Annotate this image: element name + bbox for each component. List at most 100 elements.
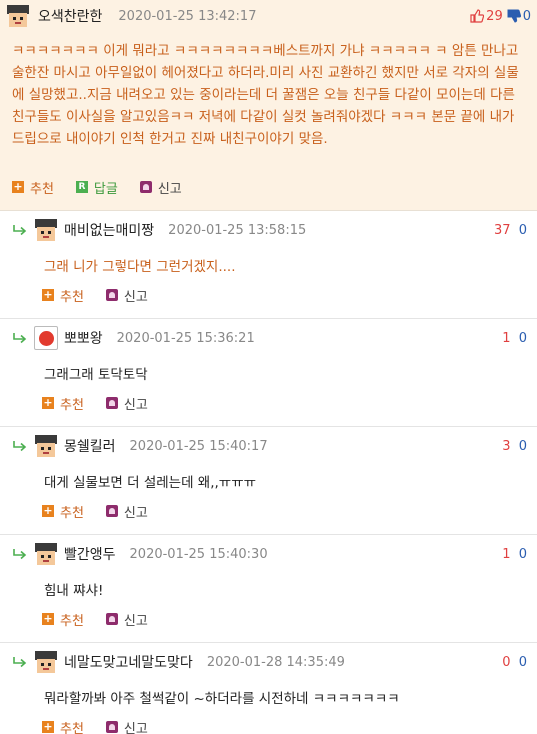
up-count: 1 bbox=[502, 330, 511, 346]
report-label: 신고 bbox=[157, 181, 182, 197]
reply-header: 네말도맞고네말도맞다 2020-01-28 14:35:49 0 0 bbox=[0, 646, 537, 678]
avatar[interactable] bbox=[34, 434, 58, 458]
plus-icon: + bbox=[42, 720, 54, 733]
up-count: 29 bbox=[486, 8, 503, 24]
comment-actions: + 추천 R 답글 신고 bbox=[0, 176, 537, 198]
reply-list: 매비없는매미짱 2020-01-25 13:58:15 37 0 그래 니가 그… bbox=[0, 214, 537, 734]
avatar[interactable] bbox=[34, 326, 58, 350]
recommend-button[interactable]: + 추천 bbox=[42, 610, 84, 629]
author-nickname[interactable]: 몽쉘킬러 bbox=[64, 436, 116, 456]
recommend-label: 추천 bbox=[60, 289, 84, 305]
comment-date: 2020-01-28 14:35:49 bbox=[206, 654, 345, 670]
siren-icon bbox=[105, 505, 118, 517]
recommend-label: 추천 bbox=[60, 613, 84, 629]
recommend-label: 추천 bbox=[60, 721, 84, 734]
comment-body: 그래그래 토닥토닥 bbox=[44, 367, 148, 383]
reply-header: 뽀뽀왕 2020-01-25 15:36:21 1 0 bbox=[0, 322, 537, 354]
report-label: 신고 bbox=[123, 721, 148, 734]
author-nickname[interactable]: 오색찬란한 bbox=[38, 6, 102, 26]
reply-arrow-icon bbox=[13, 225, 27, 236]
report-button[interactable]: 신고 bbox=[105, 394, 148, 413]
author-nickname[interactable]: 매비없는매미짱 bbox=[64, 220, 154, 240]
reply-header: 빨간앵두 2020-01-25 15:40:30 1 0 bbox=[0, 538, 537, 570]
comment-actions: + 추천 신고 bbox=[0, 284, 537, 306]
reply-arrow-icon bbox=[13, 549, 27, 560]
comment-actions: + 추천 신고 bbox=[0, 392, 537, 414]
vote-counts: 37 0 bbox=[494, 223, 527, 238]
siren-icon bbox=[105, 613, 118, 625]
siren-icon bbox=[139, 181, 152, 193]
reply-arrow-icon bbox=[13, 333, 27, 344]
comment-actions: + 추천 신고 bbox=[0, 716, 537, 734]
down-count: 0 bbox=[518, 438, 527, 454]
reply-arrow-icon bbox=[13, 441, 27, 452]
vote-counts: 3 0 bbox=[502, 439, 527, 454]
recommend-label: 추천 bbox=[30, 181, 54, 197]
comment-actions: + 추천 신고 bbox=[0, 608, 537, 630]
reply-label: 답글 bbox=[93, 181, 118, 197]
down-count: 0 bbox=[518, 330, 527, 346]
reply-header: 매비없는매미짱 2020-01-25 13:58:15 37 0 bbox=[0, 214, 537, 246]
thumb-up-icon[interactable] bbox=[470, 9, 485, 23]
report-button[interactable]: 신고 bbox=[105, 286, 148, 305]
plus-icon: + bbox=[42, 612, 54, 625]
reply-r-icon: R bbox=[75, 181, 88, 193]
reply-item: 몽쉘킬러 2020-01-25 15:40:17 3 0 대게 실물보면 더 설… bbox=[0, 430, 537, 535]
author-nickname[interactable]: 네말도맞고네말도맞다 bbox=[64, 652, 193, 672]
reply-item: 매비없는매미짱 2020-01-25 13:58:15 37 0 그래 니가 그… bbox=[0, 214, 537, 319]
reply-button[interactable]: R 답글 bbox=[75, 178, 118, 197]
siren-icon bbox=[105, 289, 118, 301]
recommend-button[interactable]: + 추천 bbox=[42, 718, 84, 734]
recommend-button[interactable]: + 추천 bbox=[12, 178, 54, 197]
comment-actions: + 추천 신고 bbox=[0, 500, 537, 522]
report-button[interactable]: 신고 bbox=[139, 178, 182, 197]
report-button[interactable]: 신고 bbox=[105, 718, 148, 734]
avatar[interactable] bbox=[34, 650, 58, 674]
down-count: 0 bbox=[518, 654, 527, 670]
avatar[interactable] bbox=[34, 218, 58, 242]
report-button[interactable]: 신고 bbox=[105, 502, 148, 521]
comment-body: 뭐라할까봐 아주 철썩같이 ~하더라를 시전하네 ㅋㅋㅋㅋㅋㅋㅋ bbox=[44, 691, 400, 707]
avatar[interactable] bbox=[6, 4, 30, 28]
reply-header: 몽쉘킬러 2020-01-25 15:40:17 3 0 bbox=[0, 430, 537, 462]
up-count: 0 bbox=[502, 654, 511, 670]
report-label: 신고 bbox=[123, 397, 148, 413]
recommend-button[interactable]: + 추천 bbox=[42, 502, 84, 521]
siren-icon bbox=[105, 397, 118, 409]
author-nickname[interactable]: 뽀뽀왕 bbox=[64, 328, 103, 348]
down-count: 0 bbox=[518, 546, 527, 562]
report-label: 신고 bbox=[123, 613, 148, 629]
plus-icon: + bbox=[12, 180, 24, 193]
best-comment: 오색찬란한 2020-01-25 13:42:17 29 0 ㅋㅋㅋㅋㅋㅋㅋ 이… bbox=[0, 0, 537, 211]
report-button[interactable]: 신고 bbox=[105, 610, 148, 629]
reply-item: 뽀뽀왕 2020-01-25 15:36:21 1 0 그래그래 토닥토닥 + … bbox=[0, 322, 537, 427]
recommend-label: 추천 bbox=[60, 397, 84, 413]
author-nickname[interactable]: 빨간앵두 bbox=[64, 544, 116, 564]
vote-counts: 1 0 bbox=[502, 331, 527, 346]
up-count: 37 bbox=[494, 222, 511, 238]
comment-body: 그래 니가 그렇다면 그런거겠지.... bbox=[44, 259, 236, 275]
reply-item: 네말도맞고네말도맞다 2020-01-28 14:35:49 0 0 뭐라할까봐… bbox=[0, 646, 537, 734]
recommend-button[interactable]: + 추천 bbox=[42, 286, 84, 305]
avatar[interactable] bbox=[34, 542, 58, 566]
down-count: 0 bbox=[522, 8, 531, 24]
comment-date: 2020-01-25 15:40:17 bbox=[129, 438, 268, 454]
vote-counts: 0 0 bbox=[502, 655, 527, 670]
vote-counts: 1 0 bbox=[502, 547, 527, 562]
comment-body: 대게 실물보면 더 설레는데 왜,,ㅠㅠㅠ bbox=[44, 475, 257, 491]
comment-body: ㅋㅋㅋㅋㅋㅋㅋ 이게 뭐라고 ㅋㅋㅋㅋㅋㅋㅋㅋ베스트까지 가냐 ㅋㅋㅋㅋㅋ ㅋ … bbox=[12, 43, 519, 147]
thumb-down-icon[interactable] bbox=[507, 9, 521, 23]
report-label: 신고 bbox=[123, 505, 148, 521]
down-count: 0 bbox=[518, 222, 527, 238]
vote-counts: 29 0 bbox=[468, 9, 531, 24]
comment-date: 2020-01-25 13:42:17 bbox=[118, 8, 257, 24]
comment-body: 힘내 쨔샤! bbox=[44, 583, 104, 599]
recommend-button[interactable]: + 추천 bbox=[42, 394, 84, 413]
plus-icon: + bbox=[42, 396, 54, 409]
siren-icon bbox=[105, 721, 118, 733]
report-label: 신고 bbox=[123, 289, 148, 305]
comment-date: 2020-01-25 13:58:15 bbox=[168, 222, 307, 238]
plus-icon: + bbox=[42, 504, 54, 517]
reply-arrow-icon bbox=[13, 657, 27, 668]
up-count: 1 bbox=[502, 546, 511, 562]
